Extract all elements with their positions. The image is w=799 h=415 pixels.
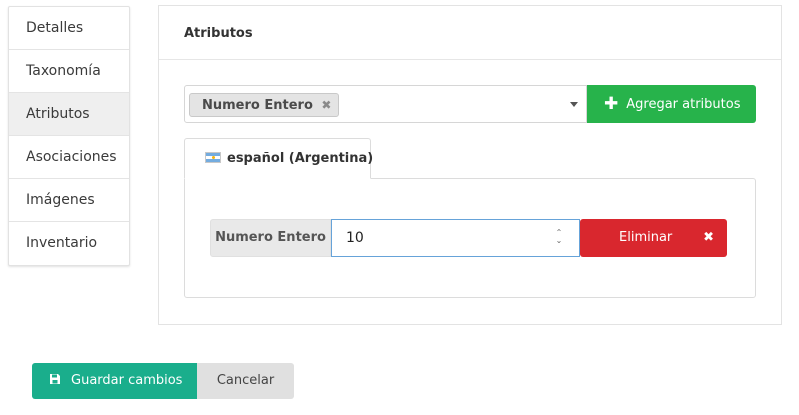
sidebar-nav: Detalles Taxonomía Atributos Asociacione… [8,6,130,266]
add-attributes-label: Agregar atributos [626,97,741,112]
sidebar-item-inventario[interactable]: Inventario [9,222,129,265]
number-spinner-icon[interactable]: ⌃ ⌄ [554,229,564,247]
attribute-select[interactable]: Numero Entero ✖ [184,85,587,123]
delete-attribute-button[interactable]: Eliminar ✖ [580,219,727,257]
save-icon [50,374,60,384]
tag-label: Numero Entero [202,98,313,113]
cancel-button[interactable]: Cancelar [197,363,294,399]
tab-content: Numero Entero ⌃⌄ Eliminar ✖ [184,178,756,298]
chevron-down-icon[interactable] [570,102,578,107]
plus-icon: ✚ [604,94,619,114]
panel-title: Atributos [159,6,781,60]
tab-espanol-argentina[interactable]: español (Argentina) [184,138,374,179]
sidebar-item-detalles[interactable]: Detalles [9,7,129,50]
sidebar-item-asociaciones[interactable]: Asociaciones [9,136,129,179]
delete-label: Eliminar [619,230,673,245]
attributes-panel: Atributos Numero Entero ✖ ✚ Agregar atrib… [158,5,782,325]
tab-label: español (Argentina) [227,151,374,166]
attribute-value-input[interactable] [331,219,580,257]
tag-remove-icon[interactable]: ✖ [321,98,331,112]
add-attributes-button[interactable]: ✚ Agregar atributos [587,85,756,123]
attribute-label: Numero Entero [210,219,331,257]
selected-attribute-tag: Numero Entero ✖ [189,93,340,117]
sidebar-item-taxonomia[interactable]: Taxonomía [9,50,129,93]
sidebar-item-atributos[interactable]: Atributos [9,93,129,136]
argentina-flag-icon [205,152,221,163]
save-label: Guardar cambios [71,373,183,388]
sidebar-item-imagenes[interactable]: Imágenes [9,179,129,222]
close-icon: ✖ [703,230,714,245]
save-changes-button[interactable]: Guardar cambios [32,363,197,399]
